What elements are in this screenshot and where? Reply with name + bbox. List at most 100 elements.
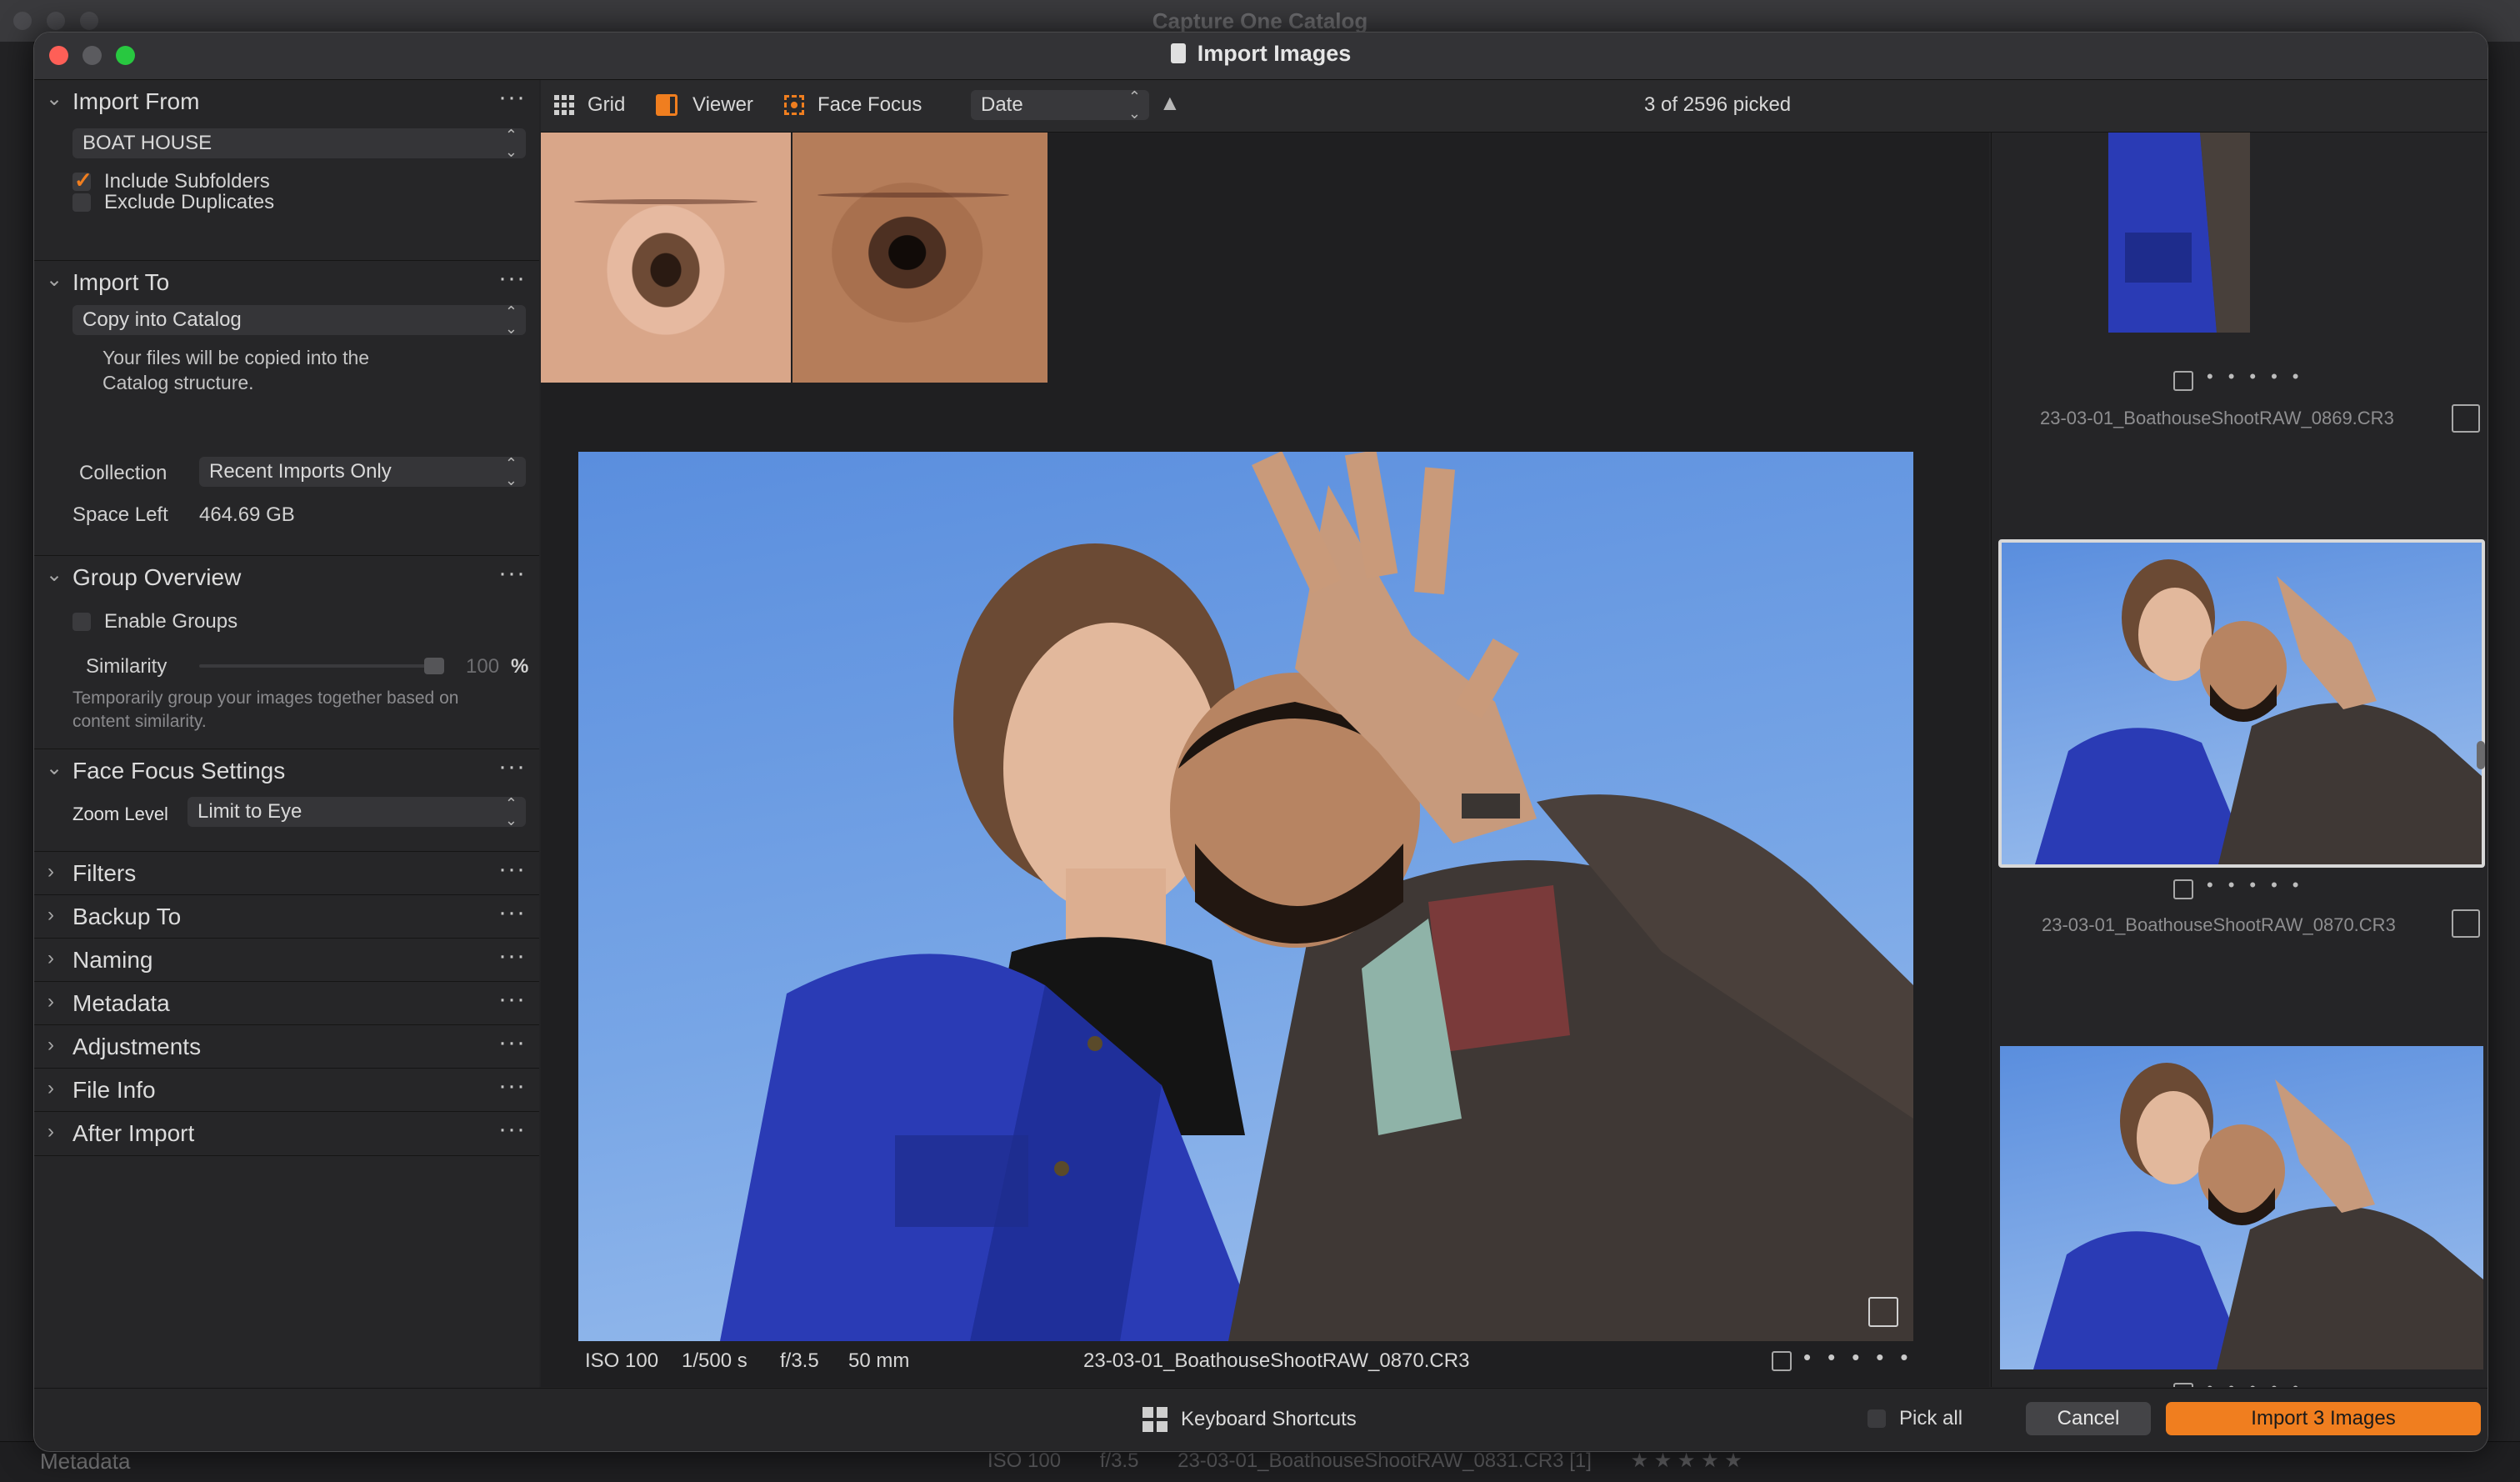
dialog-title: Import Images <box>34 41 2488 67</box>
similarity-slider[interactable] <box>199 658 444 674</box>
sort-direction-icon[interactable]: ▲ <box>1159 90 1181 116</box>
pick-all-checkbox[interactable] <box>1868 1409 1886 1428</box>
import-destination-select[interactable]: Copy into Catalog ⌃ ⌄ <box>72 303 526 337</box>
more-options-icon[interactable]: ··· <box>498 1115 526 1144</box>
chevron-down-icon: ⌄ <box>46 563 63 586</box>
thumbnail-pick-checkbox[interactable] <box>2173 879 2193 899</box>
more-options-icon[interactable]: ··· <box>498 1072 526 1100</box>
thumbnail-rating[interactable]: ••••• <box>2207 366 2314 388</box>
import-to-note: Your files will be copied into the Catal… <box>102 347 370 393</box>
thumbnail-select-checkbox[interactable] <box>2452 909 2480 938</box>
pick-all-option[interactable]: Pick all <box>1868 1407 1962 1430</box>
document-icon <box>1170 43 1186 63</box>
aperture-value: f/3.5 <box>780 1349 819 1372</box>
similarity-label: Similarity <box>86 655 168 678</box>
grid-view-button[interactable]: Grid <box>554 93 625 117</box>
section-after-import[interactable]: › After Import ··· <box>34 1111 539 1156</box>
viewer-icon <box>656 94 678 116</box>
similarity-slider-knob[interactable] <box>424 658 444 674</box>
thumbnail-select-checkbox[interactable] <box>2452 404 2480 433</box>
face-focus-icon <box>784 95 804 115</box>
iso-value: ISO 100 <box>585 1349 659 1372</box>
bg-rating-stars: ★ ★ ★ ★ ★ <box>1630 1449 1742 1472</box>
section-import-to[interactable]: ⌄ Import To ··· <box>34 260 539 303</box>
thumbnail-image <box>2108 133 2250 333</box>
chevron-down-icon: ⌄ <box>46 757 63 779</box>
background-left-toolbar <box>0 42 33 1442</box>
filmstrip-scrollbar[interactable] <box>2477 741 2485 769</box>
thumbnail-pick-checkbox[interactable] <box>2173 371 2193 391</box>
section-face-focus-settings[interactable]: ⌄ Face Focus Settings ··· <box>34 749 539 791</box>
updown-icon: ⌃ ⌄ <box>504 127 518 160</box>
section-title: Import From <box>72 88 200 114</box>
thumbnail-image <box>2033 1063 2483 1369</box>
import-source-select[interactable]: BOAT HOUSE ⌃ ⌄ <box>72 127 526 160</box>
exclude-duplicates-option[interactable]: Exclude Duplicates <box>72 191 274 214</box>
viewer-area: ISO 100 1/500 s f/3.5 50 mm 23-03-01_Boa… <box>541 133 1989 1387</box>
thumbnail-filename: 23-03-01_BoathouseShootRAW_0869.CR3 <box>2040 408 2394 428</box>
import-images-dialog: Import Images ⌄ Import From ··· BOAT HOU… <box>33 32 2488 1452</box>
bg-iso: ISO 100 <box>988 1449 1062 1472</box>
enable-groups-option[interactable]: Enable Groups <box>72 610 238 633</box>
section-file-info[interactable]: › File Info ··· <box>34 1068 539 1112</box>
section-backup-to[interactable]: › Backup To ··· <box>34 894 539 939</box>
caption-pick-checkbox[interactable] <box>1772 1351 1792 1371</box>
cancel-button[interactable]: Cancel <box>2026 1402 2151 1435</box>
more-options-icon[interactable]: ··· <box>498 83 526 112</box>
shutter-value: 1/500 s <box>682 1349 748 1372</box>
more-options-icon[interactable]: ··· <box>498 559 526 588</box>
face-focus-eye-left[interactable] <box>541 133 791 383</box>
exclude-duplicates-checkbox[interactable] <box>72 193 91 212</box>
more-options-icon[interactable]: ··· <box>498 899 526 927</box>
more-options-icon[interactable]: ··· <box>498 942 526 970</box>
section-group-overview[interactable]: ⌄ Group Overview ··· <box>34 555 539 598</box>
more-options-icon[interactable]: ··· <box>498 264 526 293</box>
background-window-title: Capture One Catalog <box>1152 8 1368 33</box>
section-filters[interactable]: › Filters ··· <box>34 851 539 895</box>
include-subfolders-option[interactable]: Include Subfolders <box>72 168 270 193</box>
bg-aperture: f/3.5 <box>1099 1449 1139 1472</box>
section-title: Face Focus Settings <box>72 758 286 784</box>
more-options-icon[interactable]: ··· <box>498 985 526 1014</box>
thumbnail-0870-selected[interactable] <box>1998 539 2485 868</box>
updown-icon: ⌃ ⌄ <box>1128 88 1141 122</box>
face-focus-button[interactable]: Face Focus <box>784 93 922 117</box>
more-options-icon[interactable]: ··· <box>498 855 526 884</box>
keyboard-shortcuts-button[interactable]: Keyboard Shortcuts <box>1142 1407 1357 1432</box>
import-settings-panel: ⌄ Import From ··· BOAT HOUSE ⌃⌄ Include … <box>34 80 539 1389</box>
main-preview-image[interactable] <box>578 452 1913 1341</box>
zoom-level-select[interactable]: Limit to Eye ⌃ ⌄ <box>188 795 526 829</box>
bg-bottom-info: ISO 100 f/3.5 23-03-01_BoathouseShootRAW… <box>988 1449 1776 1473</box>
section-metadata[interactable]: › Metadata ··· <box>34 981 539 1025</box>
filename: 23-03-01_BoathouseShootRAW_0870.CR3 <box>1083 1349 1470 1372</box>
section-adjustments[interactable]: › Adjustments ··· <box>34 1024 539 1069</box>
section-naming[interactable]: › Naming ··· <box>34 938 539 982</box>
thumbnail-0869[interactable] <box>2108 133 2250 333</box>
enable-groups-checkbox[interactable] <box>72 613 91 631</box>
import-button[interactable]: Import 3 Images <box>2166 1402 2481 1435</box>
more-options-icon[interactable]: ··· <box>498 753 526 781</box>
sort-select[interactable]: Date ⌃ ⌄ <box>971 88 1149 122</box>
main-pick-checkbox[interactable] <box>1868 1297 1898 1327</box>
portrait-illustration <box>720 452 1913 1341</box>
zoom-level-label: Zoom Level <box>72 804 168 824</box>
space-left-value: 464.69 GB <box>199 503 295 526</box>
more-options-icon[interactable]: ··· <box>498 1029 526 1057</box>
chevron-right-icon: › <box>48 860 54 883</box>
star-rating[interactable]: ••••• <box>1803 1344 1925 1370</box>
section-import-from[interactable]: ⌄ Import From ··· <box>34 80 539 122</box>
viewer-view-button[interactable]: Viewer <box>656 93 753 117</box>
thumbnail-rating[interactable]: ••••• <box>2207 1378 2314 1387</box>
thumbnail-next[interactable] <box>2000 1046 2483 1369</box>
chevron-right-icon: › <box>48 947 54 969</box>
thumbnail-pick-checkbox[interactable] <box>2173 1383 2193 1387</box>
include-subfolders-checkbox[interactable] <box>72 168 92 193</box>
similarity-unit: % <box>511 655 529 678</box>
space-left-label: Space Left <box>72 503 168 526</box>
thumbnail-rating[interactable]: ••••• <box>2207 874 2314 896</box>
face-focus-eye-right[interactable] <box>792 133 1048 383</box>
updown-icon: ⌃ ⌄ <box>504 455 518 488</box>
picked-count: 3 of 2596 picked <box>1644 93 1792 116</box>
similarity-value[interactable]: 100 <box>466 655 499 678</box>
collection-select[interactable]: Recent Imports Only ⌃ ⌄ <box>199 455 526 488</box>
